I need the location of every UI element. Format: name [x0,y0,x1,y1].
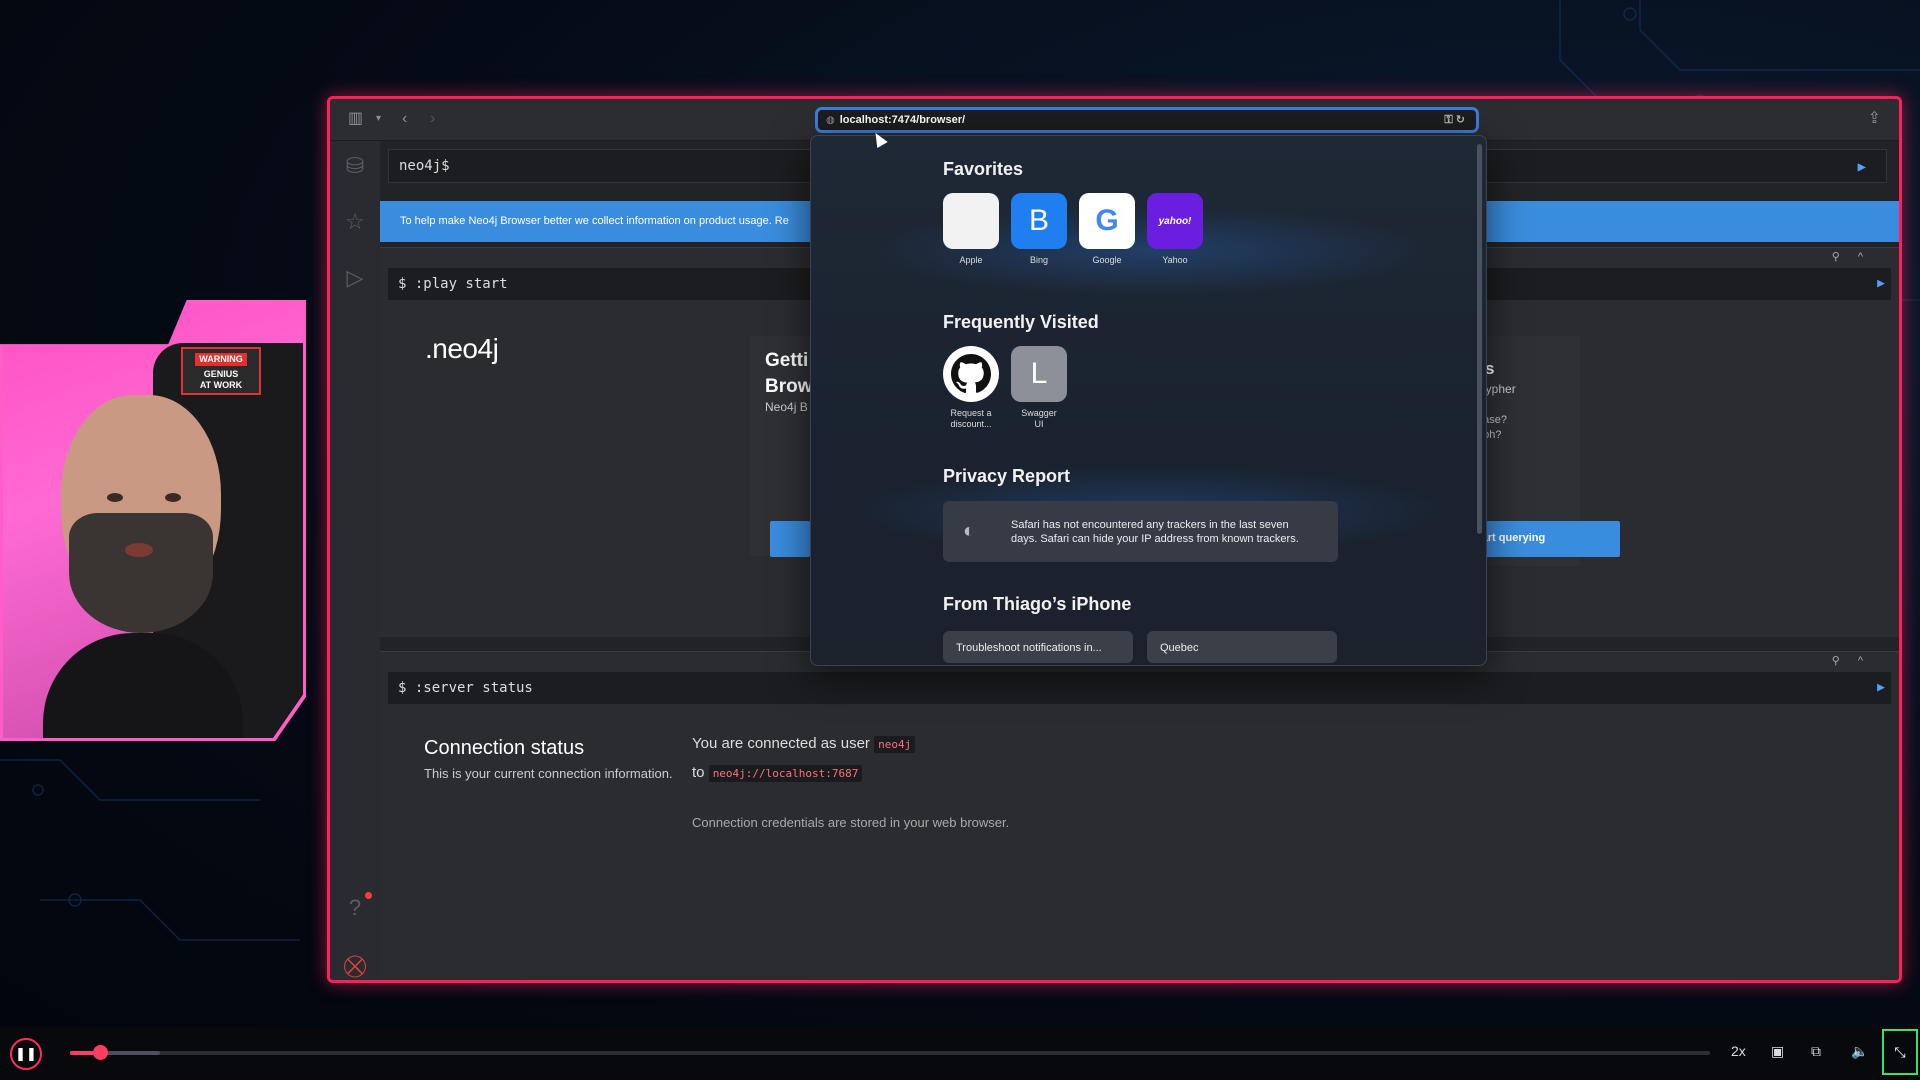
favorite-label: Apple [959,255,983,265]
google-icon: G [1079,193,1135,249]
database-icon[interactable]: ⛁ [342,153,368,179]
warning-sign: WARNING GENIUS AT WORK [181,347,261,395]
reload-icon[interactable]: ⚿↻ [1444,113,1468,127]
popover-scrollbar[interactable] [1477,144,1482,534]
frequent-label-line1: Swagger [1021,408,1057,418]
captions-icon[interactable]: ▣ [1771,1043,1784,1060]
to-prefix: to [692,764,705,781]
connection-error-icon[interactable]: ⛒ [342,953,368,979]
play-icon[interactable]: ▶ [1877,680,1885,695]
getting-started-title-2: Brow [765,376,813,397]
connected-address-line: to neo4j://localhost:7687 [692,764,863,782]
privacy-report-text: Safari has not encountered any trackers … [1011,518,1299,546]
getting-started-desc: Neo4j B [765,400,808,414]
safari-start-page: Favorites Apple B Bing G Google yahoo! Y… [810,135,1487,666]
frame-command[interactable]: $ :server status ▶ [388,672,1891,704]
browser-window: ▥ ▾ ‹ › ◍ localhost:7474/browser/ ⚿↻ ⇪ ⛁… [327,96,1902,983]
shield-icon: ◐ [963,520,976,542]
getting-started-button[interactable] [770,521,810,557]
notification-dot [365,892,372,899]
frequent-label: Request a discount... [943,408,999,430]
address-bar[interactable]: ◍ localhost:7474/browser/ ⚿↻ [815,107,1479,133]
progress-knob[interactable] [93,1045,108,1060]
user-code: neo4j [874,736,916,753]
connection-status-title: Connection status [424,737,585,759]
presenter-eye-right [165,493,181,502]
favorite-label: Google [1092,255,1122,265]
apple-icon [943,193,999,249]
webcam-feed: WARNING GENIUS AT WORK [3,303,303,738]
favorite-bing[interactable]: B Bing [1011,193,1067,266]
presenter-eye-left [107,493,123,502]
help-icon[interactable]: ? [342,895,368,921]
iphone-tab-item[interactable]: Troubleshoot notifications in... [943,631,1133,663]
guides-icon[interactable]: ▷ [342,265,368,291]
share-icon[interactable]: ⇪ [1868,109,1881,129]
exit-fullscreen-icon[interactable]: ⤡ [1882,1029,1918,1075]
star-icon[interactable]: ☆ [342,209,368,235]
privacy-text-line1: Safari has not encountered any trackers … [1011,518,1289,531]
picture-in-picture-icon[interactable]: ⧉ [1811,1043,1821,1060]
warning-sign-line2: GENIUS [203,369,239,379]
frame-controls[interactable]: ⚲^ [1832,250,1881,263]
editor-prompt: neo4j$ [399,158,450,174]
sidebar-toggle-icon[interactable]: ▥ [348,109,363,129]
privacy-report-title: Privacy Report [943,466,1071,486]
play-icon[interactable]: ▶ [1858,159,1866,175]
frequent-label-line2: discount... [950,419,992,429]
iphone-tabs-title: From Thiago’s iPhone [943,594,1132,614]
favorite-google[interactable]: G Google [1079,193,1135,266]
play-icon[interactable]: ▶ [1877,276,1885,291]
frequent-label-line1: Request a [950,408,992,418]
favorite-label: Bing [1029,255,1048,265]
getting-started-title-1: Getti [765,350,809,371]
globe-icon: ◍ [826,114,835,126]
frequent-label: Swagger UI [1011,408,1067,430]
address-code: neo4j://localhost:7687 [708,765,863,782]
frame-command-text: $ :server status [398,680,533,696]
cypher-card-text: s Cypher base? aph? [1477,356,1516,441]
favorite-label: Yahoo [1162,255,1188,265]
favorite-apple[interactable]: Apple [943,193,999,266]
neo4j-sidebar: ⛁ ☆ ▷ ? ⛒ ⚙ [330,141,380,980]
progress-track[interactable] [70,1051,1710,1055]
webcam-overlay: WARNING GENIUS AT WORK [0,300,306,741]
cypher-card-title: s [1485,359,1495,378]
volume-icon[interactable]: 🔈 [1851,1043,1868,1060]
getting-started-text: Getti Brow Neo4j B [765,348,813,414]
bing-icon: B [1011,193,1067,249]
back-icon[interactable]: ‹ [402,109,407,129]
warning-sign-title: WARNING [195,353,247,366]
warning-sign-line3: AT WORK [199,380,243,390]
start-querying-button[interactable]: tart querying [1468,521,1620,557]
frequent-label-line2: UI [1034,419,1044,429]
favorites-title: Favorites [943,159,1024,179]
privacy-report-card[interactable]: ◐ Safari has not encountered any tracker… [943,501,1338,562]
frequently-visited-title: Frequently Visited [943,312,1099,332]
credentials-note: Connection credentials are stored in you… [692,815,1010,830]
forward-icon[interactable]: › [430,109,435,129]
banner-text: To help make Neo4j Browser better we col… [400,215,789,227]
connection-status-subtitle: This is your current connection informat… [424,766,673,781]
pause-icon[interactable]: ❚❚ [10,1038,42,1070]
speed-button[interactable]: 2x [1731,1043,1746,1059]
url-text: localhost:7474/browser/ [839,114,966,126]
server-status-frame: ⚲^ $ :server status ▶ Connection status … [380,651,1899,980]
connected-prefix: You are connected as user [692,735,870,752]
frequent-github[interactable]: Request a discount... [943,346,999,430]
privacy-text-line2: days. Safari can hide your IP address fr… [1011,532,1299,545]
chevron-down-icon[interactable]: ▾ [376,109,381,129]
connected-user-line: You are connected as user neo4j [692,735,916,753]
neo4j-logo: .neo4j [425,333,499,364]
letter-l-icon: L [1011,346,1067,402]
frame-command-text: $ :play start [398,276,508,292]
frame-controls[interactable]: ⚲^ [1832,654,1881,667]
presenter-mouth [125,543,153,557]
presenter-beard [69,513,213,633]
github-icon [943,346,999,402]
yahoo-icon: yahoo! [1147,193,1203,249]
favorite-yahoo[interactable]: yahoo! Yahoo [1147,193,1203,266]
iphone-tab-item[interactable]: Quebec [1147,631,1337,663]
frequent-swagger[interactable]: L Swagger UI [1011,346,1067,430]
